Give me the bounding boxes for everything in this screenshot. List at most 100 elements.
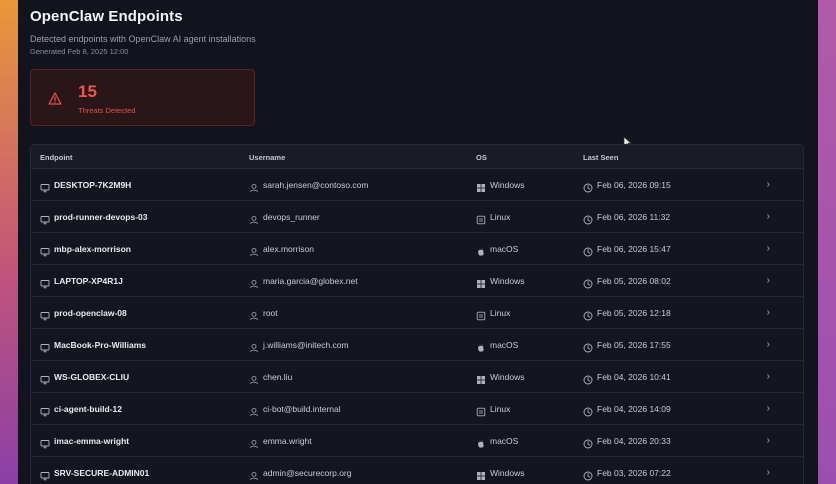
user-icon xyxy=(249,308,259,321)
clock-icon xyxy=(583,308,593,321)
column-header-endpoint[interactable]: Endpoint xyxy=(40,153,73,162)
windows-icon xyxy=(476,468,486,480)
chevron-right-icon[interactable]: › xyxy=(767,339,770,350)
clock-icon xyxy=(583,276,593,289)
username: devops_runner xyxy=(263,212,320,222)
user-icon xyxy=(249,436,259,449)
chevron-right-icon[interactable]: › xyxy=(767,275,770,286)
monitor-icon xyxy=(40,436,50,449)
os-name: Windows xyxy=(490,276,525,286)
monitor-icon xyxy=(40,212,50,225)
table-header: Endpoint Username OS Last Seen xyxy=(31,145,803,169)
table-row[interactable]: prod-openclaw-08 root Linux Feb 05, 2026 12… xyxy=(31,297,803,329)
username: alex.morrison xyxy=(263,244,315,254)
monitor-icon xyxy=(40,180,50,193)
table-row[interactable]: SRV-SECURE-ADMIN01 admin@securecorp.org Wi… xyxy=(31,457,803,484)
user-icon xyxy=(249,244,259,257)
table-row[interactable]: mbp-alex-morrison alex.morrison macOS Feb 0… xyxy=(31,233,803,265)
page-subtitle: Detected endpoints with OpenClaw AI agen… xyxy=(30,34,256,44)
monitor-icon xyxy=(40,468,50,481)
last-seen: Feb 03, 2026 07:22 xyxy=(597,468,671,478)
endpoint-name[interactable]: ci-agent-build-12 xyxy=(54,404,122,414)
endpoint-name[interactable]: LAPTOP-XP4R1J xyxy=(54,276,123,286)
chevron-right-icon[interactable]: › xyxy=(767,435,770,446)
clock-icon xyxy=(583,436,593,449)
os-name: Linux xyxy=(490,308,511,318)
table-row[interactable]: ci-agent-build-12 ci-bot@build.internal Li… xyxy=(31,393,803,425)
os-name: Windows xyxy=(490,180,525,190)
os-name: macOS xyxy=(490,436,519,446)
chevron-right-icon[interactable]: › xyxy=(767,467,770,478)
threats-card[interactable]: 15 Threats Detected xyxy=(30,69,255,126)
chevron-right-icon[interactable]: › xyxy=(767,243,770,254)
endpoints-table: Endpoint Username OS Last Seen DESKTOP-7… xyxy=(30,144,804,484)
endpoint-name[interactable]: mbp-alex-morrison xyxy=(54,244,131,254)
page-title: OpenClaw Endpoints xyxy=(30,8,183,25)
last-seen: Feb 06, 2026 11:32 xyxy=(597,212,671,222)
user-icon xyxy=(249,340,259,353)
endpoint-name[interactable]: SRV-SECURE-ADMIN01 xyxy=(54,468,149,478)
user-icon xyxy=(249,404,259,417)
generated-timestamp: Generated Feb 8, 2025 12:00 xyxy=(30,47,129,56)
endpoint-name[interactable]: DESKTOP-7K2M9H xyxy=(54,180,131,190)
last-seen: Feb 04, 2026 10:41 xyxy=(597,372,671,382)
endpoint-name[interactable]: MacBook-Pro-Williams xyxy=(54,340,146,350)
endpoint-name[interactable]: prod-runner-devops-03 xyxy=(54,212,148,222)
endpoint-name[interactable]: imac-emma-wright xyxy=(54,436,129,446)
clock-icon xyxy=(583,372,593,385)
warning-icon xyxy=(48,92,62,105)
linux-icon xyxy=(476,212,486,225)
windows-icon xyxy=(476,180,486,192)
os-name: Windows xyxy=(490,372,525,382)
user-icon xyxy=(249,180,259,193)
table-row[interactable]: WS-GLOBEX-CLIU chen.liu Windows Feb 04, 202… xyxy=(31,361,803,393)
table-row[interactable]: prod-runner-devops-03 devops_runner Linux F… xyxy=(31,201,803,233)
table-row[interactable]: DESKTOP-7K2M9H sarah.jensen@contoso.com Wi… xyxy=(31,169,803,201)
username: j.williams@initech.com xyxy=(263,340,349,350)
monitor-icon xyxy=(40,404,50,417)
chevron-right-icon[interactable]: › xyxy=(767,371,770,382)
os-name: Linux xyxy=(490,212,511,222)
endpoint-name[interactable]: prod-openclaw-08 xyxy=(54,308,127,318)
last-seen: Feb 05, 2026 17:55 xyxy=(597,340,671,350)
os-name: macOS xyxy=(490,244,519,254)
apple-icon xyxy=(476,436,486,448)
table-row[interactable]: imac-emma-wright emma.wright macOS Feb 04, … xyxy=(31,425,803,457)
username: admin@securecorp.org xyxy=(263,468,352,478)
column-header-last-seen[interactable]: Last Seen xyxy=(583,153,618,162)
monitor-icon xyxy=(40,372,50,385)
clock-icon xyxy=(583,212,593,225)
clock-icon xyxy=(583,244,593,257)
chevron-right-icon[interactable]: › xyxy=(767,403,770,414)
username: maria.garcia@globex.net xyxy=(263,276,358,286)
clock-icon xyxy=(583,180,593,193)
monitor-icon xyxy=(40,308,50,321)
chevron-right-icon[interactable]: › xyxy=(767,307,770,318)
table-row[interactable]: MacBook-Pro-Williams j.williams@initech.c… xyxy=(31,329,803,361)
threats-label: Threats Detected xyxy=(78,106,136,115)
apple-icon xyxy=(476,244,486,256)
user-icon xyxy=(249,372,259,385)
last-seen: Feb 04, 2026 20:33 xyxy=(597,436,671,446)
username: sarah.jensen@contoso.com xyxy=(263,180,369,190)
chevron-right-icon[interactable]: › xyxy=(767,179,770,190)
username: ci-bot@build.internal xyxy=(263,404,341,414)
last-seen: Feb 05, 2026 12:18 xyxy=(597,308,671,318)
column-header-username[interactable]: Username xyxy=(249,153,285,162)
clock-icon xyxy=(583,340,593,353)
endpoint-name[interactable]: WS-GLOBEX-CLIU xyxy=(54,372,129,382)
apple-icon xyxy=(476,340,486,352)
clock-icon xyxy=(583,468,593,481)
user-icon xyxy=(249,468,259,481)
last-seen: Feb 06, 2026 15:47 xyxy=(597,244,671,254)
os-name: macOS xyxy=(490,340,519,350)
column-header-os[interactable]: OS xyxy=(476,153,487,162)
monitor-icon xyxy=(40,244,50,257)
threats-count: 15 xyxy=(78,82,97,101)
user-icon xyxy=(249,212,259,225)
chevron-right-icon[interactable]: › xyxy=(767,211,770,222)
os-name: Windows xyxy=(490,468,525,478)
app-window: OpenClaw Endpoints Detected endpoints wi… xyxy=(18,0,818,484)
monitor-icon xyxy=(40,340,50,353)
table-row[interactable]: LAPTOP-XP4R1J maria.garcia@globex.net Wind… xyxy=(31,265,803,297)
